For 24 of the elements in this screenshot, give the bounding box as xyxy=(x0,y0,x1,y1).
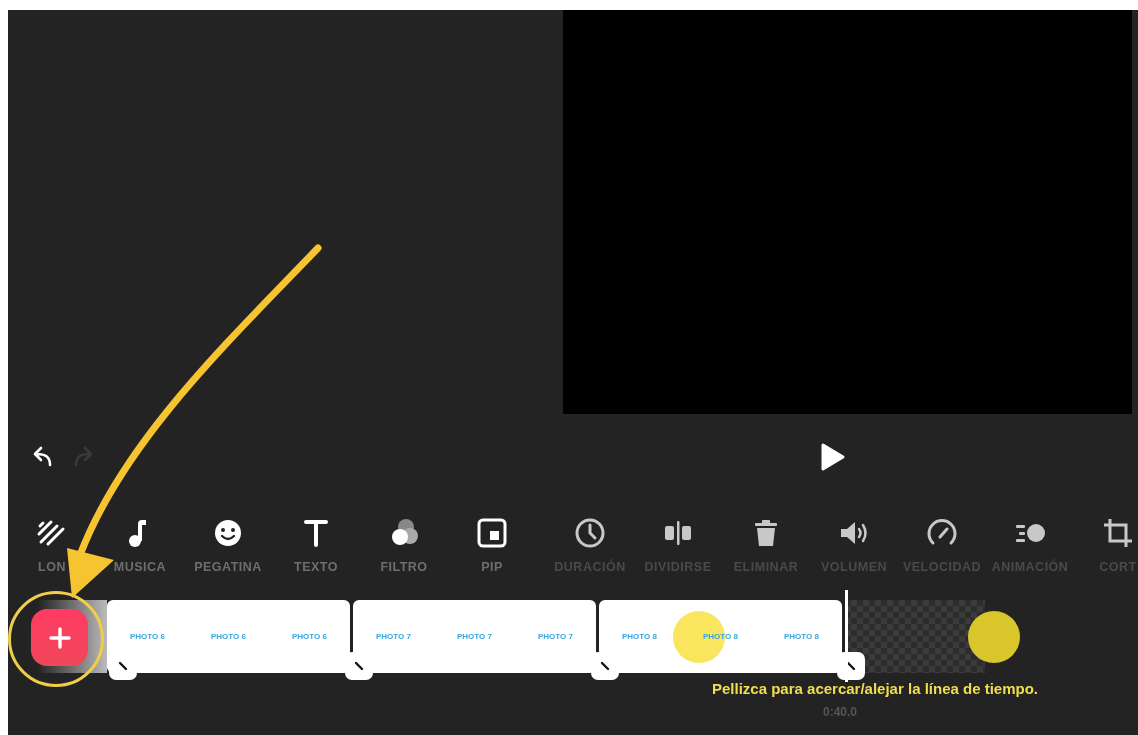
clip-label: PHOTO 6 xyxy=(130,632,165,641)
hint-text: Pellizca para acercar/alejar la línea de tiempo. xyxy=(712,680,1038,697)
tool-button[interactable]: TEXTO xyxy=(294,516,338,574)
timeline-clip[interactable]: PHOTO 7 PHOTO 7 PHOTO 7 xyxy=(353,600,596,673)
timeline-clip[interactable]: PHOTO 6 PHOTO 6 PHOTO 6 xyxy=(107,600,350,673)
clip-label: PHOTO 7 xyxy=(457,632,492,641)
clip-label: PHOTO 6 xyxy=(211,632,246,641)
tool-button[interactable]: PEGATINA xyxy=(194,516,262,574)
crop-icon xyxy=(1101,516,1135,550)
plus-icon xyxy=(47,625,72,650)
clip-label: PHOTO 6 xyxy=(292,632,327,641)
add-button[interactable] xyxy=(31,609,88,666)
touch-dot xyxy=(968,611,1020,663)
picture-in-picture-icon xyxy=(475,516,509,550)
clip-label: PHOTO 8 xyxy=(784,632,819,641)
clip-label: PHOTO 7 xyxy=(376,632,411,641)
clip-label: PHOTO 8 xyxy=(622,632,657,641)
tool-button[interactable]: LON xyxy=(35,516,69,574)
tool-button[interactable]: PIP xyxy=(475,516,509,574)
clock-icon xyxy=(573,516,607,550)
clip-label: PHOTO 7 xyxy=(538,632,573,641)
play-button[interactable] xyxy=(820,442,846,472)
tool-button[interactable]: FILTRO xyxy=(380,516,428,574)
tool-button[interactable]: MUSICA xyxy=(113,516,167,574)
